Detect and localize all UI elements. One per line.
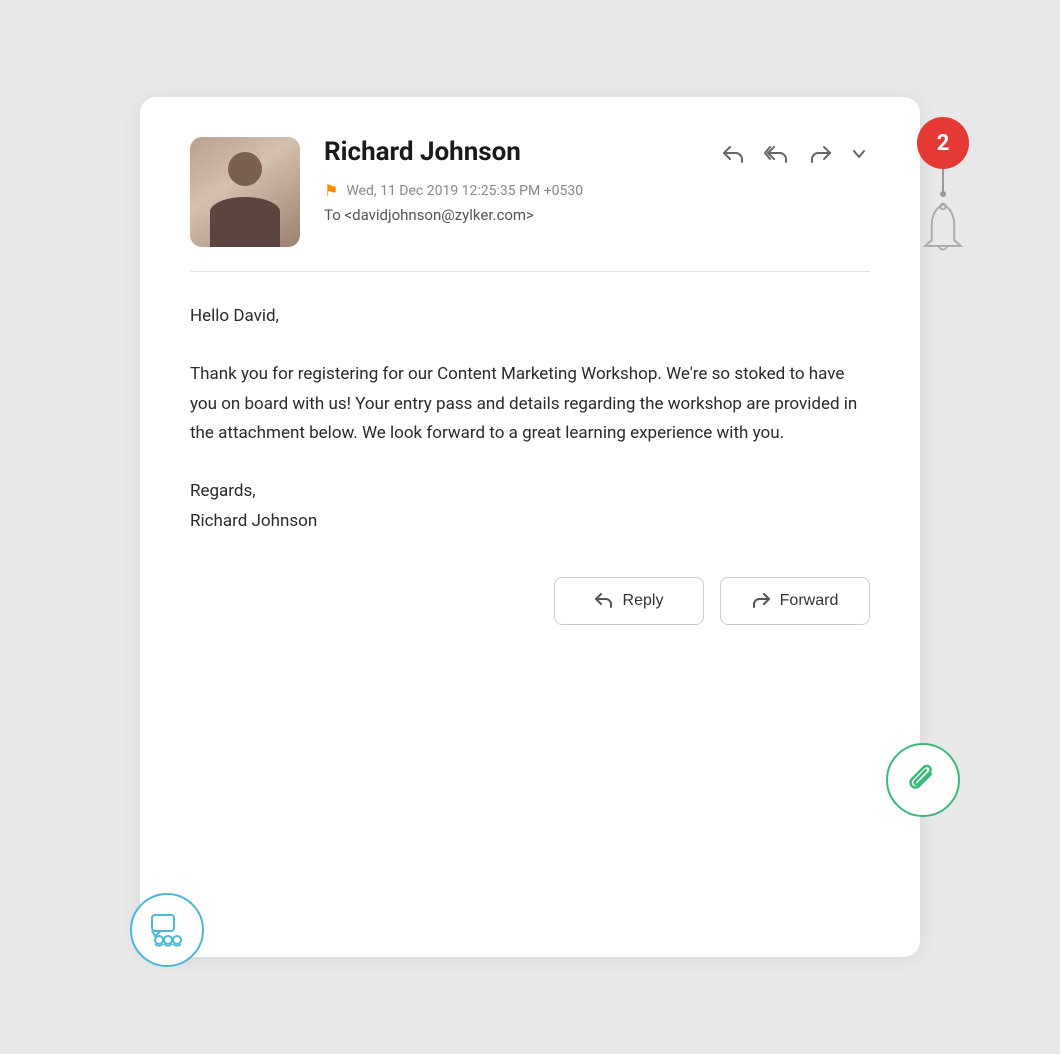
forward-arrow-icon xyxy=(752,593,770,608)
header-top-row: Richard Johnson xyxy=(324,137,870,175)
email-actions xyxy=(718,141,870,167)
email-header: Richard Johnson xyxy=(190,137,870,247)
email-regards: Regards, Richard Johnson xyxy=(190,477,870,537)
email-footer: Reply Forward xyxy=(190,577,870,625)
attachment-icon xyxy=(905,762,941,798)
notification-badge: 2 xyxy=(917,117,969,169)
attachment-circle[interactable] xyxy=(886,743,960,817)
more-options-button[interactable] xyxy=(848,141,870,167)
email-date: ⚑ Wed, 11 Dec 2019 12:25:35 PM +0530 xyxy=(324,181,870,200)
bell-icon-wrap[interactable] xyxy=(916,199,970,263)
email-paragraph: Thank you for registering for our Conten… xyxy=(190,360,870,449)
email-body: Hello David, Thank you for registering f… xyxy=(190,302,870,537)
forward-button-header[interactable] xyxy=(806,141,836,167)
community-icon xyxy=(147,910,187,950)
sender-name: Richard Johnson xyxy=(324,137,521,167)
reply-arrow-icon xyxy=(595,593,613,608)
reply-all-button-header[interactable] xyxy=(760,141,794,167)
email-card: 2 xyxy=(140,97,920,957)
reply-button[interactable]: Reply xyxy=(554,577,704,625)
email-to: To <davidjohnson@zylker.com> xyxy=(324,206,870,224)
email-greeting: Hello David, xyxy=(190,302,870,332)
flag-icon: ⚑ xyxy=(324,181,338,200)
forward-button[interactable]: Forward xyxy=(720,577,870,625)
reply-button-header[interactable] xyxy=(718,141,748,167)
avatar-image xyxy=(190,137,300,247)
community-circle[interactable] xyxy=(130,893,204,967)
bell-string xyxy=(942,169,944,197)
header-divider xyxy=(190,271,870,272)
sender-avatar xyxy=(190,137,300,247)
notification-bell-area: 2 xyxy=(916,117,970,263)
bell-icon xyxy=(916,199,970,259)
sender-info: Richard Johnson xyxy=(324,137,870,224)
